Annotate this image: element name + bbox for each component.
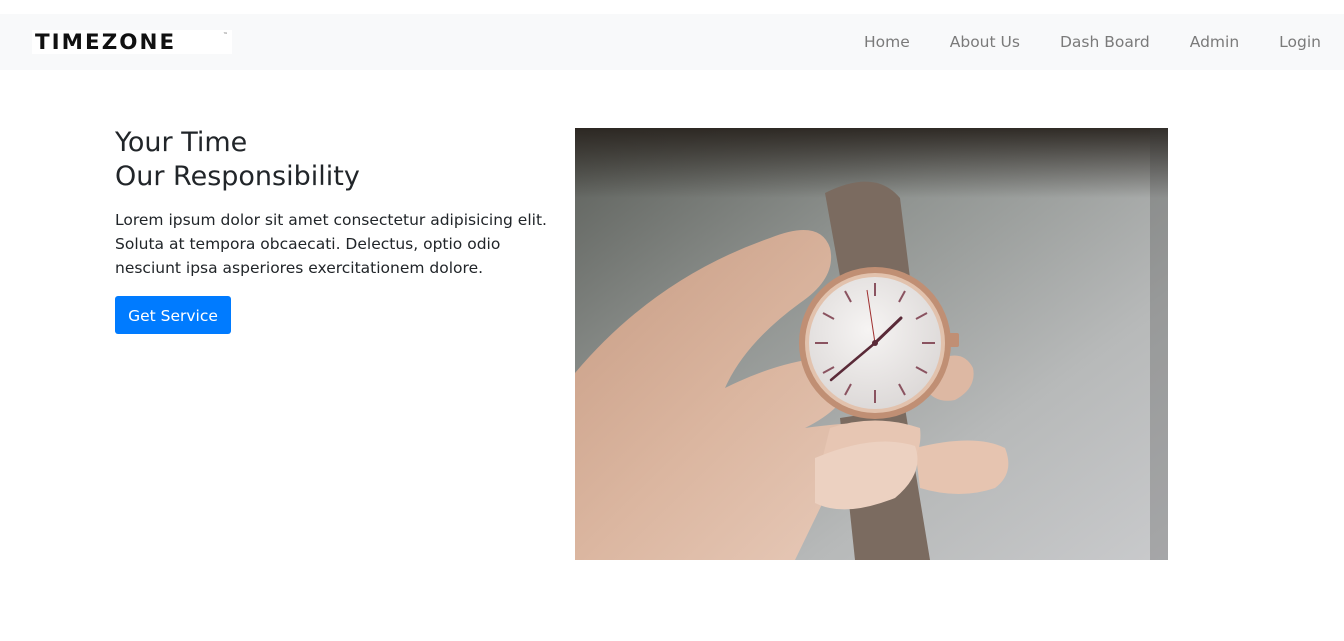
top-spacer [0, 0, 1344, 14]
hero-headline-line1: Your Time [115, 127, 248, 158]
hero-text: Your Time Our Responsibility Lorem ipsum… [115, 126, 555, 334]
nav-link-admin[interactable]: Admin [1190, 14, 1239, 70]
wristwatch-photo-icon [575, 128, 1168, 560]
nav-link-login[interactable]: Login [1279, 14, 1321, 70]
logo-trademark: ™ [223, 32, 228, 38]
navbar: TIMEZONE ™ Home About Us Dash Board Admi… [0, 14, 1344, 70]
hero-headline-line2: Our Responsibility [115, 161, 360, 192]
logo-text: TIMEZONE [35, 30, 177, 54]
nav-link-about-us[interactable]: About Us [950, 14, 1020, 70]
hero-image [575, 128, 1168, 560]
get-service-button[interactable]: Get Service [115, 296, 231, 334]
timezone-logo[interactable]: TIMEZONE ™ [32, 30, 232, 54]
nav-link-home[interactable]: Home [864, 14, 910, 70]
hero-headline: Your Time Our Responsibility [115, 126, 555, 194]
nav-link-dash-board[interactable]: Dash Board [1060, 14, 1150, 70]
nav-links: Home About Us Dash Board Admin Login [824, 14, 1321, 70]
hero-description: Lorem ipsum dolor sit amet consectetur a… [115, 211, 547, 277]
